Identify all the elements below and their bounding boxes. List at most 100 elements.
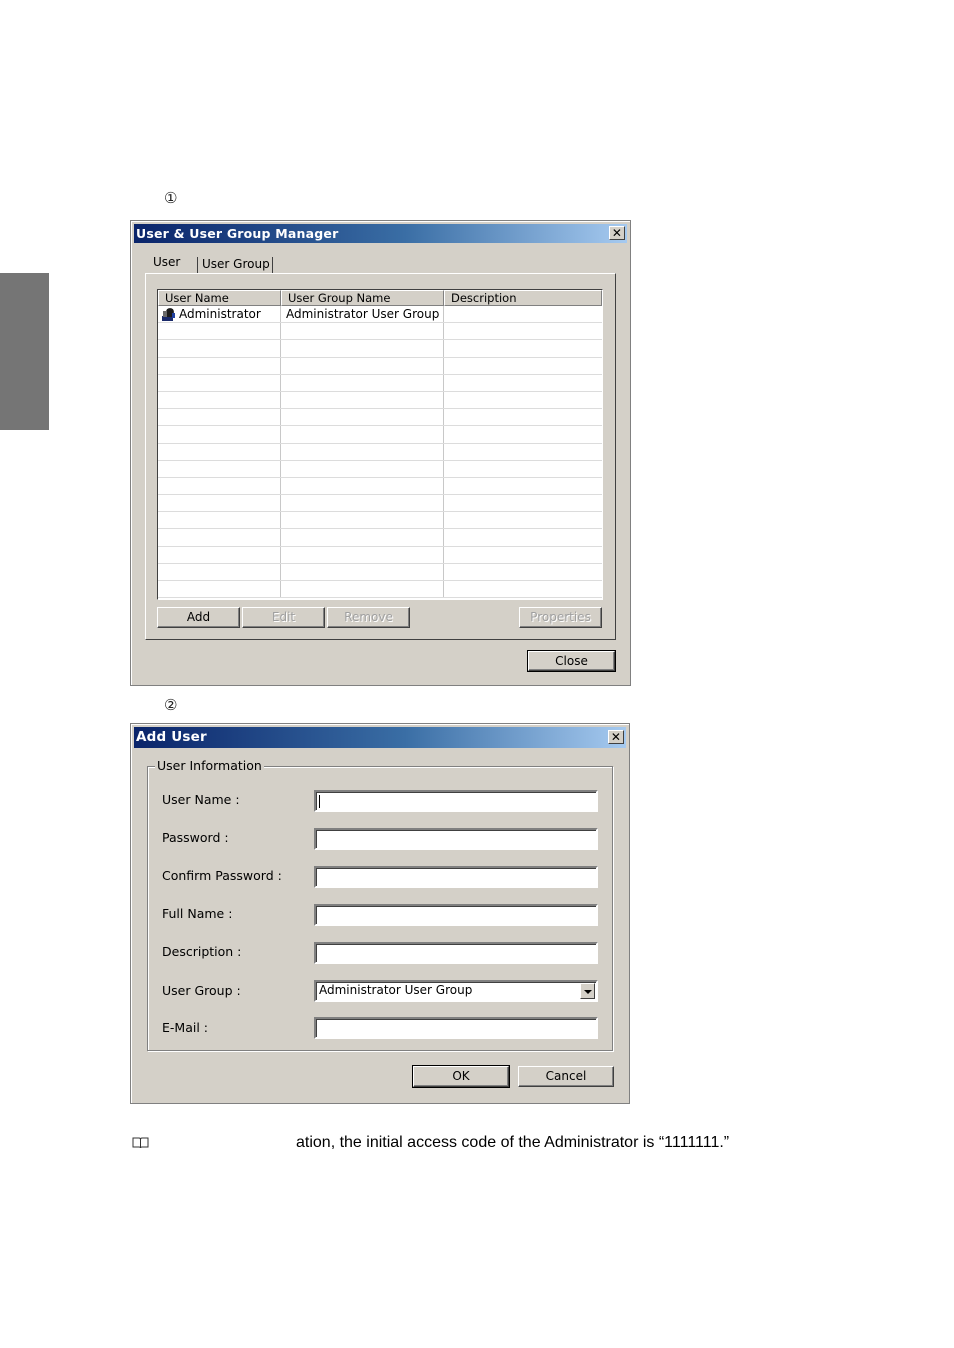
table-cell-empty — [444, 375, 602, 391]
user-group-select[interactable]: Administrator User Group — [314, 980, 598, 1002]
table-cell-empty — [444, 564, 602, 580]
table-cell-empty — [444, 392, 602, 408]
table-row-empty[interactable] — [158, 563, 602, 581]
table-cell-empty — [158, 563, 281, 580]
close-button[interactable]: Close — [527, 650, 616, 672]
table-cell-empty — [281, 443, 444, 460]
table-cell-empty — [281, 477, 444, 495]
table-cell-empty — [158, 426, 281, 443]
table-cell-empty — [281, 374, 444, 391]
tab-user-group[interactable]: User Group — [202, 257, 270, 271]
book-icon — [132, 1137, 149, 1149]
tab-separator — [272, 257, 273, 273]
table-cell-empty — [158, 323, 281, 340]
table-cell-empty — [281, 512, 444, 529]
table-cell-empty — [158, 460, 281, 477]
table-row-empty[interactable] — [158, 546, 602, 564]
edit-button[interactable]: Edit — [242, 607, 325, 628]
table-row[interactable]: Administrator Administrator User Group — [158, 306, 602, 324]
close-icon[interactable]: ✕ — [608, 730, 624, 744]
close-icon[interactable]: ✕ — [609, 226, 625, 240]
table-cell-empty — [158, 546, 281, 563]
text-caret — [319, 795, 320, 808]
tab-user[interactable]: User — [153, 255, 180, 269]
table-cell-empty — [158, 340, 281, 357]
table-cell-empty — [281, 340, 444, 357]
table-row-empty[interactable] — [158, 512, 602, 530]
table-cell-empty — [444, 444, 602, 460]
table-row-empty[interactable] — [158, 357, 602, 375]
column-header-user-group-name[interactable]: User Group Name — [281, 290, 444, 306]
user-name-value: Administrator — [179, 307, 261, 322]
table-cell-empty — [281, 495, 444, 512]
step-number-2: ② — [164, 696, 178, 714]
add-user-titlebar: Add User ✕ — [134, 727, 626, 748]
table-row-empty[interactable] — [158, 529, 602, 547]
user-group-label: User Group : — [162, 983, 241, 998]
table-cell-empty — [444, 529, 602, 545]
chevron-down-icon[interactable] — [580, 983, 595, 999]
full-name-input[interactable] — [314, 904, 598, 926]
table-row-empty[interactable] — [158, 460, 602, 478]
table-cell-empty — [444, 495, 602, 511]
table-row-empty[interactable] — [158, 426, 602, 444]
user-list-header: User Name User Group Name Description — [158, 290, 602, 306]
cell-user-name: Administrator — [158, 306, 281, 323]
user-name-label: User Name : — [162, 792, 240, 807]
table-cell-empty — [444, 340, 602, 356]
table-row-empty[interactable] — [158, 374, 602, 392]
table-cell-empty — [444, 426, 602, 442]
step-number-1: ① — [164, 189, 178, 207]
table-cell-empty — [444, 461, 602, 477]
note-text: ation, the initial access code of the Ad… — [296, 1134, 730, 1151]
table-row-empty[interactable] — [158, 323, 602, 341]
table-cell-empty — [444, 409, 602, 425]
column-header-description[interactable]: Description — [444, 290, 602, 306]
table-row-empty[interactable] — [158, 391, 602, 410]
description-input[interactable] — [314, 942, 598, 964]
full-name-label: Full Name : — [162, 906, 233, 921]
table-cell-empty — [158, 409, 281, 426]
add-user-dialog: Add User ✕ User Information User Name : … — [130, 723, 630, 1104]
cancel-button[interactable]: Cancel — [518, 1066, 614, 1087]
ok-button[interactable]: OK — [412, 1065, 510, 1088]
admin-user-icon — [162, 307, 175, 321]
user-group-selected-value: Administrator User Group — [319, 983, 473, 997]
user-group-manager-dialog: User & User Group Manager ✕ User User Gr… — [130, 220, 631, 686]
table-cell-empty — [158, 529, 281, 546]
password-label: Password : — [162, 830, 229, 845]
password-input[interactable] — [314, 828, 598, 850]
table-cell-empty — [158, 391, 281, 409]
table-cell-empty — [281, 323, 444, 340]
table-cell-empty — [158, 477, 281, 495]
manager-titlebar: User & User Group Manager ✕ — [134, 224, 627, 243]
user-name-input[interactable] — [314, 790, 598, 812]
user-list[interactable]: User Name User Group Name Description Ad… — [157, 289, 603, 600]
table-row-empty[interactable] — [158, 340, 602, 358]
table-row-empty[interactable] — [158, 477, 602, 496]
add-user-title: Add User — [136, 729, 207, 745]
add-button[interactable]: Add — [157, 607, 240, 628]
table-cell-empty — [444, 478, 602, 494]
table-row-empty[interactable] — [158, 443, 602, 461]
table-cell-empty — [281, 391, 444, 409]
confirm-password-label: Confirm Password : — [162, 868, 282, 883]
table-cell-empty — [444, 512, 602, 528]
side-chapter-tab — [0, 273, 49, 430]
properties-button[interactable]: Properties — [519, 607, 602, 628]
remove-button[interactable]: Remove — [327, 607, 410, 628]
email-input[interactable] — [314, 1017, 598, 1039]
table-cell-empty — [281, 581, 444, 598]
cell-user-group-name: Administrator User Group — [281, 306, 444, 323]
confirm-password-input[interactable] — [314, 866, 598, 888]
table-row-empty[interactable] — [158, 409, 602, 427]
column-header-user-name[interactable]: User Name — [158, 290, 281, 306]
table-cell-empty — [158, 581, 281, 598]
user-information-title: User Information — [155, 758, 264, 773]
table-row-empty[interactable] — [158, 495, 602, 513]
table-cell-empty — [158, 495, 281, 512]
tab-separator — [197, 257, 198, 273]
table-row-empty[interactable] — [158, 581, 602, 599]
table-cell-empty — [444, 581, 602, 597]
table-cell-empty — [281, 460, 444, 477]
